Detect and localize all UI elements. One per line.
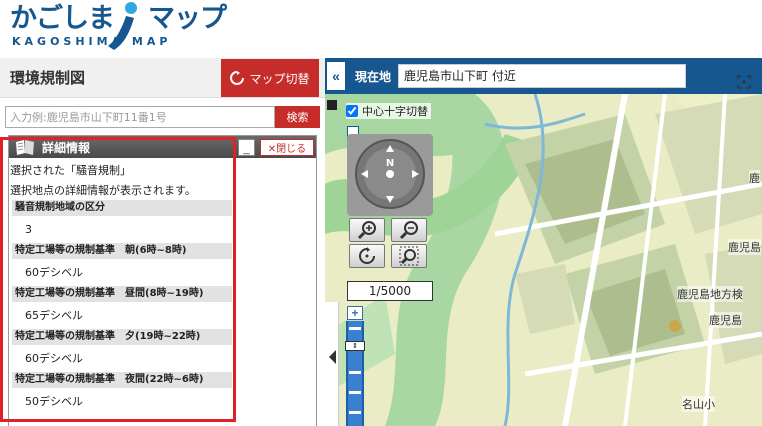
location-value: 鹿児島市山下町 付近 xyxy=(404,69,516,83)
map-toolbar: « 現在地 鹿児島市山下町 付近 xyxy=(325,58,762,94)
close-button[interactable]: ✕閉じる xyxy=(260,139,314,156)
target-icon xyxy=(737,74,751,89)
row-label: 特定工場等の規制基準 夜間(22時~6時) xyxy=(12,372,232,388)
zoom-slider-handle[interactable]: ⇕ xyxy=(345,341,365,351)
zoom-out-button[interactable] xyxy=(391,218,427,242)
row-label: 騒音規制地域の区分 xyxy=(12,200,232,216)
navigation-pad[interactable]: N xyxy=(347,134,433,216)
zoom-slider-plus-button[interactable]: + xyxy=(347,306,363,320)
map-switch-label: マップ切替 xyxy=(249,71,310,86)
header: かごしま マップ KAGOSHIMA MAP xyxy=(0,0,762,58)
zoom-area-button[interactable] xyxy=(391,244,427,268)
detail-description-2: 選択地点の詳細情報が表示されます。 xyxy=(10,184,196,197)
minimize-button[interactable]: _ xyxy=(238,139,255,156)
zoom-slider[interactable]: ⇕ xyxy=(345,321,365,426)
app-root: かごしま マップ KAGOSHIMA MAP 環境規制図 マップ切替 検索 xyxy=(0,0,762,426)
row-value: 60デシベル xyxy=(25,266,83,279)
current-location-button[interactable] xyxy=(735,74,753,92)
detail-panel: 詳細情報 _ ✕閉じる 選択された「騒音規制」 選択地点の詳細情報が表示されます… xyxy=(8,135,317,426)
logo-text-kagoshima: かごしま xyxy=(10,3,115,34)
collapse-panel-button[interactable]: « xyxy=(327,62,345,90)
crosshair-checkbox[interactable] xyxy=(346,105,358,117)
zoom-tick xyxy=(349,391,361,394)
book-icon xyxy=(16,140,34,155)
map-label: 名山小 xyxy=(682,396,715,412)
row-value: 3 xyxy=(25,223,32,236)
side-strip[interactable] xyxy=(325,302,339,426)
logo-text-map: マップ xyxy=(148,3,227,34)
detail-panel-header: 詳細情報 _ ✕閉じる xyxy=(9,136,316,158)
detail-description-1: 選択された「騒音規制」 xyxy=(10,164,131,177)
map-label: 鹿児島地方検 xyxy=(677,286,743,302)
magnifier-area-icon xyxy=(399,246,419,266)
magnifier-minus-icon xyxy=(399,221,418,240)
refresh-icon xyxy=(230,71,245,85)
crosshair-label: 中心十字切替 xyxy=(362,105,428,118)
detail-panel-title: 詳細情報 xyxy=(42,141,91,155)
map-label: 鹿 xyxy=(749,170,760,186)
magnifier-plus-icon xyxy=(357,221,376,240)
location-field: 鹿児島市山下町 付近 xyxy=(398,64,751,89)
search-row: 検索 xyxy=(5,106,320,128)
left-panel: 環境規制図 マップ切替 検索 詳細情報 _ ✕閉じる 選択された「騒音規制」 xyxy=(0,58,325,426)
address-search-input[interactable] xyxy=(5,106,275,128)
row-value: 65デシベル xyxy=(25,309,83,322)
map-label: 鹿児島 xyxy=(709,312,742,328)
detail-rows: 騒音規制地域の区分 3 特定工場等の規制基準 朝(6時~8時) 60デシベル 特… xyxy=(12,200,232,415)
zoom-tick xyxy=(349,327,361,330)
row-label: 特定工場等の規制基準 昼間(8時~19時) xyxy=(12,286,232,302)
page-title: 環境規制図 xyxy=(10,69,86,87)
zoom-in-button[interactable] xyxy=(349,218,385,242)
row-label: 特定工場等の規制基準 朝(6時~8時) xyxy=(12,243,232,259)
row-label: 特定工場等の規制基準 夕(19時~22時) xyxy=(12,329,232,345)
search-button[interactable]: 検索 xyxy=(275,106,320,128)
zoom-tick xyxy=(349,371,361,374)
compass-north-label: N xyxy=(386,158,394,169)
map-switch-button[interactable]: マップ切替 xyxy=(221,59,319,97)
title-bar: 環境規制図 マップ切替 xyxy=(0,58,325,98)
compass-icon[interactable]: N xyxy=(347,134,433,216)
map-area[interactable]: « 現在地 鹿児島市山下町 付近 中心十字切替 N 1/5000 + ⇕ 鹿 鹿… xyxy=(325,58,762,426)
location-label: 現在地 xyxy=(355,70,392,84)
map-label: 鹿児島 xyxy=(728,239,761,255)
crosshair-toggle[interactable]: 中心十字切替 xyxy=(346,103,431,119)
row-value: 50デシベル xyxy=(25,395,83,408)
expand-arrow-icon[interactable] xyxy=(329,350,336,364)
rotate-icon xyxy=(359,247,375,264)
map-corner-marker xyxy=(327,100,337,110)
zoom-tick xyxy=(349,411,361,414)
row-value: 60デシベル xyxy=(25,352,83,365)
map-scale: 1/5000 xyxy=(347,281,433,301)
logo-subtitle: KAGOSHIMA MAP xyxy=(12,35,172,48)
reset-view-button[interactable] xyxy=(349,244,385,268)
